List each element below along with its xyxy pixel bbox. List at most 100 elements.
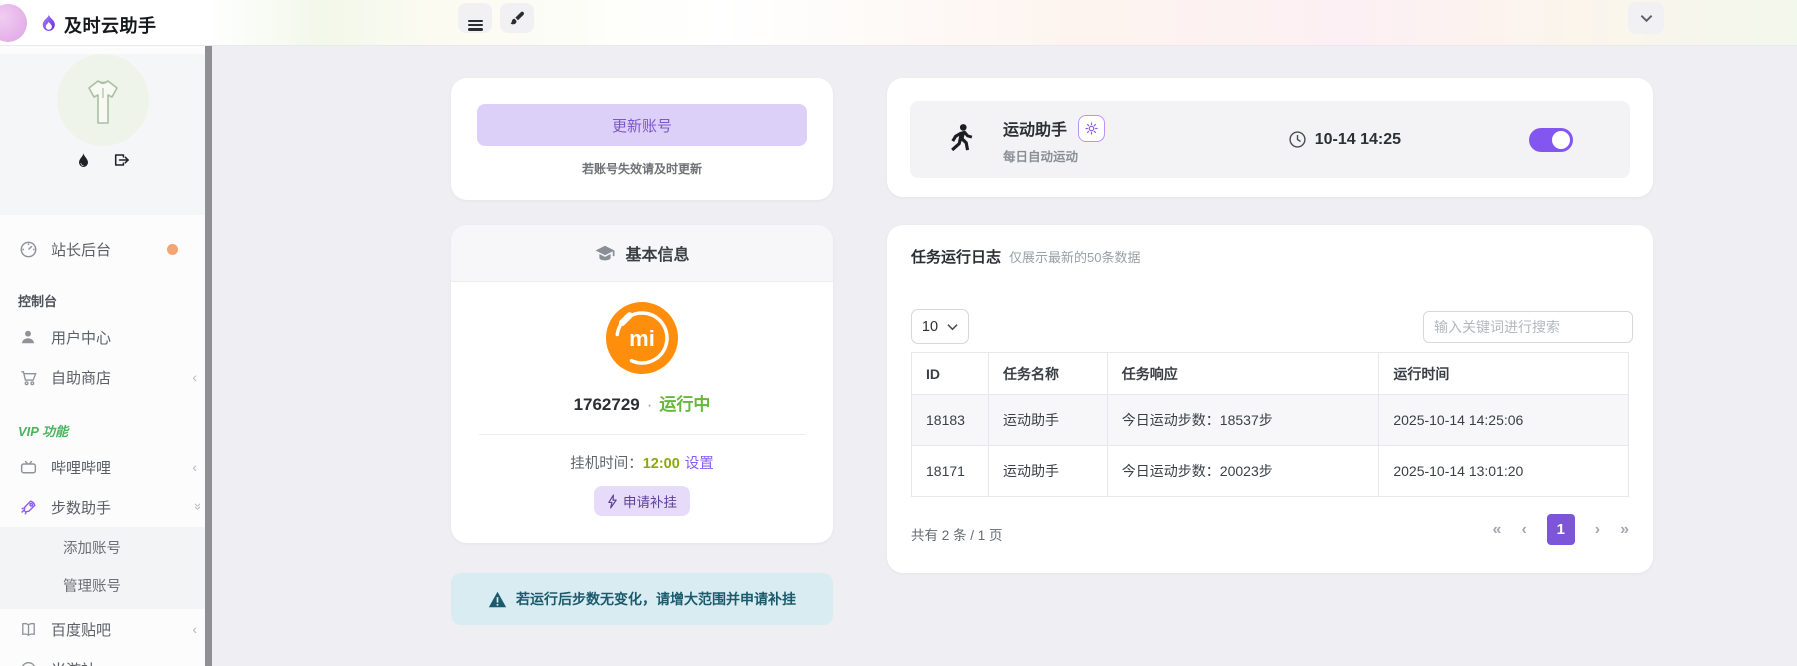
apply-rehang-label: 申请补挂 [623, 491, 677, 511]
drop-icon[interactable] [76, 152, 91, 169]
chevron-left-icon: ‹ [192, 621, 197, 637]
next-run-time: 10-14 14:25 [1288, 130, 1401, 149]
logo-zone: 及时云助手 [0, 0, 205, 45]
basic-info-header: 基本信息 [451, 225, 833, 282]
cell-task-name: 运动助手 [988, 395, 1107, 446]
separator-dot: · [647, 395, 653, 414]
header-collapse-button[interactable] [1628, 2, 1664, 34]
next-page-button[interactable]: › [1595, 521, 1600, 539]
warning-banner: 若运行后步数无变化，请增大范围并申请补挂 [451, 573, 833, 625]
sidebar-item-miyoushe[interactable]: 米游社 ‹ [0, 649, 205, 666]
warning-triangle-icon [488, 591, 507, 608]
account-id: 1762729 [574, 395, 640, 414]
theme-button[interactable] [500, 3, 534, 33]
column-header-task-name: 任务名称 [988, 353, 1107, 395]
chevron-down-icon [1640, 14, 1653, 23]
profile-panel [0, 54, 205, 215]
book-icon [18, 620, 38, 639]
tv-icon [18, 458, 38, 477]
logo-bubble [0, 4, 27, 42]
task-log-subtitle: 仅展示最新的50条数据 [1009, 247, 1140, 266]
hamburger-icon [468, 20, 483, 31]
last-page-button[interactable]: » [1620, 521, 1629, 539]
sidebar-item-steps[interactable]: 步数助手 « [0, 487, 205, 527]
sport-toggle-switch[interactable] [1529, 128, 1573, 152]
bolt-icon [607, 494, 618, 509]
sidebar-item-user-center[interactable]: 用户中心 [0, 317, 205, 357]
sidebar-item-label: 用户中心 [51, 327, 111, 348]
divider [479, 434, 805, 435]
user-icon [18, 328, 38, 346]
sidebar-item-shop[interactable]: 自助商店 ‹ [0, 357, 205, 397]
sidebar-item-label: 自助商店 [51, 367, 111, 388]
app-title: 及时云助手 [64, 12, 157, 38]
cell-run-time: 2025-10-14 13:01:20 [1379, 446, 1629, 497]
sidebar-subitem-add-account[interactable]: 添加账号 [0, 530, 205, 568]
sidebar-item-label: 米游社 [51, 659, 96, 666]
sidebar-item-label: 百度贴吧 [51, 619, 111, 640]
chevron-left-icon: ‹ [192, 459, 197, 475]
basic-info-title: 基本信息 [625, 241, 689, 265]
rocket-icon [18, 498, 38, 517]
sport-settings-button[interactable] [1078, 115, 1105, 142]
clock-icon [1288, 130, 1307, 149]
column-header-response: 任务响应 [1107, 353, 1379, 395]
sidebar-subitem-manage-account[interactable]: 管理账号 [0, 568, 205, 606]
chevron-left-icon: ‹ [192, 661, 197, 666]
sidebar: 站长后台 控制台 用户中心 自助商店 ‹ VIP 功能 [0, 46, 205, 666]
sidebar-item-admin[interactable]: 站长后台 [0, 229, 205, 269]
apply-rehang-button[interactable]: 申请补挂 [594, 486, 690, 516]
mi-logo: mi [606, 302, 678, 374]
hang-time-value: 12:00 [643, 456, 680, 472]
sidebar-section-label: 控制台 [0, 291, 205, 311]
task-log-title: 任务运行日志 [911, 246, 1001, 267]
prev-page-button[interactable]: ‹ [1521, 521, 1526, 539]
cell-id: 18183 [912, 395, 989, 446]
main-content: 更新账号 若账号失效请及时更新 基本信息 mi 1762729 · 运行中 [205, 46, 1797, 666]
sidebar-section-label: VIP 功能 [0, 421, 205, 441]
chevron-double-down-icon: « [189, 504, 204, 509]
log-search-input[interactable] [1423, 311, 1633, 343]
sidebar-toggle-button[interactable] [458, 3, 492, 33]
cell-response: 今日运动步数：20023步 [1107, 446, 1379, 497]
avatar [57, 54, 149, 146]
cell-task-name: 运动助手 [988, 446, 1107, 497]
task-log-table: ID 任务名称 任务响应 运行时间 18183 运动助手 今日运动步数：1853… [911, 352, 1629, 497]
chevron-left-icon: ‹ [192, 369, 197, 385]
pagination-summary: 共有 2 条 / 1 页 [911, 524, 1003, 544]
first-page-button[interactable]: « [1493, 521, 1502, 539]
sidebar-item-tieba[interactable]: 百度贴吧 ‹ [0, 609, 205, 649]
update-account-hint: 若账号失效请及时更新 [451, 160, 833, 177]
table-header-row: ID 任务名称 任务响应 运行时间 [912, 353, 1629, 395]
notification-dot [167, 244, 178, 255]
sidebar-menu: 站长后台 控制台 用户中心 自助商店 ‹ VIP 功能 [0, 215, 205, 666]
column-header-run-time: 运行时间 [1379, 353, 1629, 395]
current-page-button[interactable]: 1 [1547, 514, 1575, 545]
table-row[interactable]: 18171 运动助手 今日运动步数：20023步 2025-10-14 13:0… [912, 446, 1629, 497]
pagination: « ‹ 1 › » [1493, 514, 1629, 545]
status-running: 运行中 [659, 395, 710, 414]
page-size-value: 10 [922, 319, 938, 335]
runner-icon [940, 121, 976, 159]
hang-time-settings-link[interactable]: 设置 [685, 456, 714, 472]
cell-response: 今日运动步数：18537步 [1107, 395, 1379, 446]
svg-text:mi: mi [629, 326, 655, 351]
update-account-button[interactable]: 更新账号 [477, 104, 807, 146]
hang-time-line: 挂机时间：12:00 设置 [451, 452, 833, 473]
gauge-icon [18, 240, 38, 259]
sidebar-item-bilibili[interactable]: 哔哩哔哩 ‹ [0, 447, 205, 487]
sport-assistant-subtitle: 每日自动运动 [1003, 146, 1105, 165]
logout-icon[interactable] [113, 152, 130, 169]
sport-assistant-row: 运动助手 每日自动运动 10-14 14:25 [910, 101, 1630, 178]
top-header: 及时云助手 [0, 0, 1797, 46]
column-header-id: ID [912, 353, 989, 395]
sidebar-scrollbar[interactable] [205, 46, 212, 666]
page-size-select[interactable]: 10 [911, 309, 969, 344]
hang-time-label: 挂机时间： [570, 456, 643, 472]
warning-text: 若运行后步数无变化，请增大范围并申请补挂 [516, 589, 796, 609]
chevron-down-icon [947, 323, 958, 331]
sport-assistant-title: 运动助手 [1003, 116, 1067, 140]
steps-submenu: 添加账号 管理账号 [0, 527, 205, 609]
table-row[interactable]: 18183 运动助手 今日运动步数：18537步 2025-10-14 14:2… [912, 395, 1629, 446]
update-account-card: 更新账号 若账号失效请及时更新 [451, 78, 833, 200]
